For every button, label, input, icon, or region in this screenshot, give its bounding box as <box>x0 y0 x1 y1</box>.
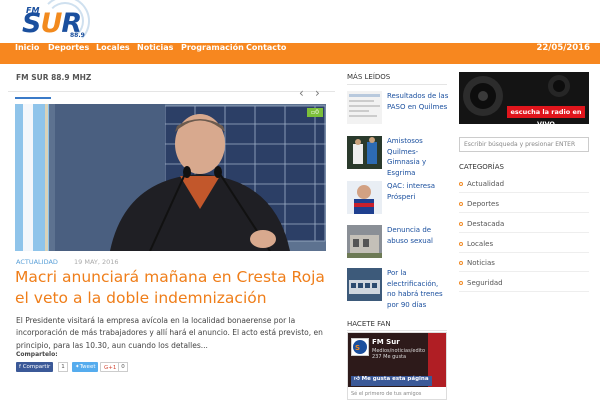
popular-thumbnail <box>347 91 382 124</box>
bullet-icon <box>459 222 463 226</box>
post-headline[interactable]: Macri anunciará mañana en Cresta Roja el… <box>15 267 333 309</box>
divider <box>459 271 589 272</box>
popular-thumbnail <box>347 136 382 169</box>
bullet-icon <box>459 261 463 265</box>
slider-prev-icon[interactable]: ‹ <box>299 86 304 100</box>
facebook-page-avatar: S <box>351 338 369 356</box>
popular-thumbnail <box>347 268 382 301</box>
section-header: FM SUR 88.9 MHZ <box>8 64 335 92</box>
category-label: Destacada <box>467 220 505 228</box>
logo-letter: S <box>22 8 41 39</box>
site-logo[interactable]: FM SUR 88.9 <box>6 0 106 46</box>
featured-image[interactable]: ▫0 <box>15 104 326 251</box>
category-label: Noticias <box>467 259 495 267</box>
facebook-friends-note: Sé el primero de tus amigos <box>351 391 422 397</box>
bullet-icon <box>459 202 463 206</box>
main-content: FM SUR 88.9 MHZ ‹ › ▫0 ACTUALIDAD 19 MAY… <box>8 64 335 400</box>
twitter-share-button[interactable]: ✦Tweet <box>72 362 99 372</box>
nav-item-contacto[interactable]: Contacto <box>246 43 286 64</box>
post-category[interactable]: ACTUALIDAD <box>16 258 58 266</box>
twitter-share-label: Tweet <box>79 364 96 370</box>
divider <box>459 291 589 292</box>
facebook-like-button[interactable]: 👍︎ Me gusta esta página <box>351 376 432 386</box>
category-link-seguridad[interactable]: Seguridad <box>459 279 503 287</box>
sidebar: escucha la radio en VIVO Escribir búsque… <box>452 64 600 400</box>
popular-item-title[interactable]: Amistosos Quilmes-Gimnasia y Esgrima <box>387 136 449 178</box>
divider <box>347 84 447 85</box>
facebook-page-widget[interactable]: S FM Sur Medios/noticias/edito 237 Me gu… <box>347 332 447 400</box>
current-date: 22/05/2016 <box>536 43 590 53</box>
bullet-icon <box>459 281 463 285</box>
nav-item-noticias[interactable]: Noticias <box>137 43 173 64</box>
svg-text:S: S <box>355 344 360 352</box>
popular-thumbnail <box>347 181 382 214</box>
facebook-share-count: 1 <box>58 362 68 372</box>
facebook-like-label: Me gusta esta página <box>361 376 429 382</box>
share-label: Compartelo: <box>16 351 58 358</box>
popular-title: MÁS LEÍDOS <box>347 73 391 81</box>
category-label: Deportes <box>467 200 499 208</box>
facebook-page-likes: 237 Me gusta <box>372 354 407 360</box>
category-label: Seguridad <box>467 279 503 287</box>
comment-count-badge[interactable]: ▫0 <box>307 108 323 117</box>
nav-item-locales[interactable]: Locales <box>96 43 130 64</box>
slider-next-icon[interactable]: › <box>315 86 320 100</box>
nav-item-deportes[interactable]: Deportes <box>48 43 89 64</box>
popular-item[interactable]: Amistosos Quilmes-Gimnasia y Esgrima <box>347 136 449 178</box>
popular-column: MÁS LEÍDOS Resultados de las PASO en Qui… <box>339 64 450 400</box>
bullet-icon <box>459 242 463 246</box>
category-link-locales[interactable]: Locales <box>459 240 493 248</box>
fan-title: HACETE FAN <box>347 320 391 328</box>
post-excerpt: El Presidente visitará la empresa avícol… <box>16 316 323 350</box>
category-link-noticias[interactable]: Noticias <box>459 259 495 267</box>
popular-thumbnail <box>347 225 382 258</box>
popular-item-title[interactable]: Por la electrificación, no habrá trenes … <box>387 268 449 310</box>
search-input[interactable]: Escribir búsqueda y presionar ENTER <box>459 137 589 152</box>
google-plus-count: 0 <box>118 362 128 372</box>
divider <box>459 232 589 233</box>
category-link-deportes[interactable]: Deportes <box>459 200 499 208</box>
facebook-page-name[interactable]: FM Sur <box>372 338 400 346</box>
bullet-icon <box>459 182 463 186</box>
facebook-share-label: Compartir <box>22 364 51 370</box>
logo-frequency: 88.9 <box>70 32 85 39</box>
live-radio-banner[interactable]: escucha la radio en VIVO <box>459 72 589 124</box>
post-date: 19 MAY, 2016 <box>74 258 119 266</box>
facebook-share-button[interactable]: f Compartir <box>16 362 54 372</box>
nav-item-programacion[interactable]: Programación <box>181 43 244 64</box>
logo-letter: U <box>40 8 62 39</box>
live-radio-label: escucha la radio en VIVO <box>507 106 585 124</box>
category-link-destacada[interactable]: Destacada <box>459 220 504 228</box>
section-underline <box>15 97 51 99</box>
divider <box>459 252 589 253</box>
category-label: Actualidad <box>467 180 505 188</box>
category-label: Locales <box>467 240 494 248</box>
divider <box>459 212 589 213</box>
popular-item[interactable]: Por la electrificación, no habrá trenes … <box>347 268 449 310</box>
divider <box>459 192 589 193</box>
category-link-actualidad[interactable]: Actualidad <box>459 180 504 188</box>
divider <box>347 330 447 331</box>
nav-item-inicio[interactable]: Inicio <box>15 43 39 64</box>
hero-photo <box>15 104 326 251</box>
popular-item-title[interactable]: Denuncia de abuso sexual <box>387 225 449 246</box>
section-title: FM SUR 88.9 MHZ <box>16 73 92 82</box>
popular-item-title[interactable]: Resultados de las PASO en Quilmes <box>387 91 449 112</box>
popular-item-title[interactable]: QAC: interesa Prósperi <box>387 181 449 202</box>
categories-title: CATEGORÍAS <box>459 163 504 171</box>
popular-item[interactable]: QAC: interesa Prósperi <box>347 181 447 221</box>
popular-item[interactable]: Denuncia de abuso sexual <box>347 225 447 265</box>
comment-count: 0 <box>315 109 319 116</box>
thumbs-up-icon: 👍︎ <box>354 376 362 382</box>
site-header: FM SUR 88.9 <box>0 0 600 46</box>
main-nav: Inicio Deportes Locales Noticias Program… <box>0 43 600 64</box>
popular-item[interactable]: Resultados de las PASO en Quilmes <box>347 91 449 131</box>
